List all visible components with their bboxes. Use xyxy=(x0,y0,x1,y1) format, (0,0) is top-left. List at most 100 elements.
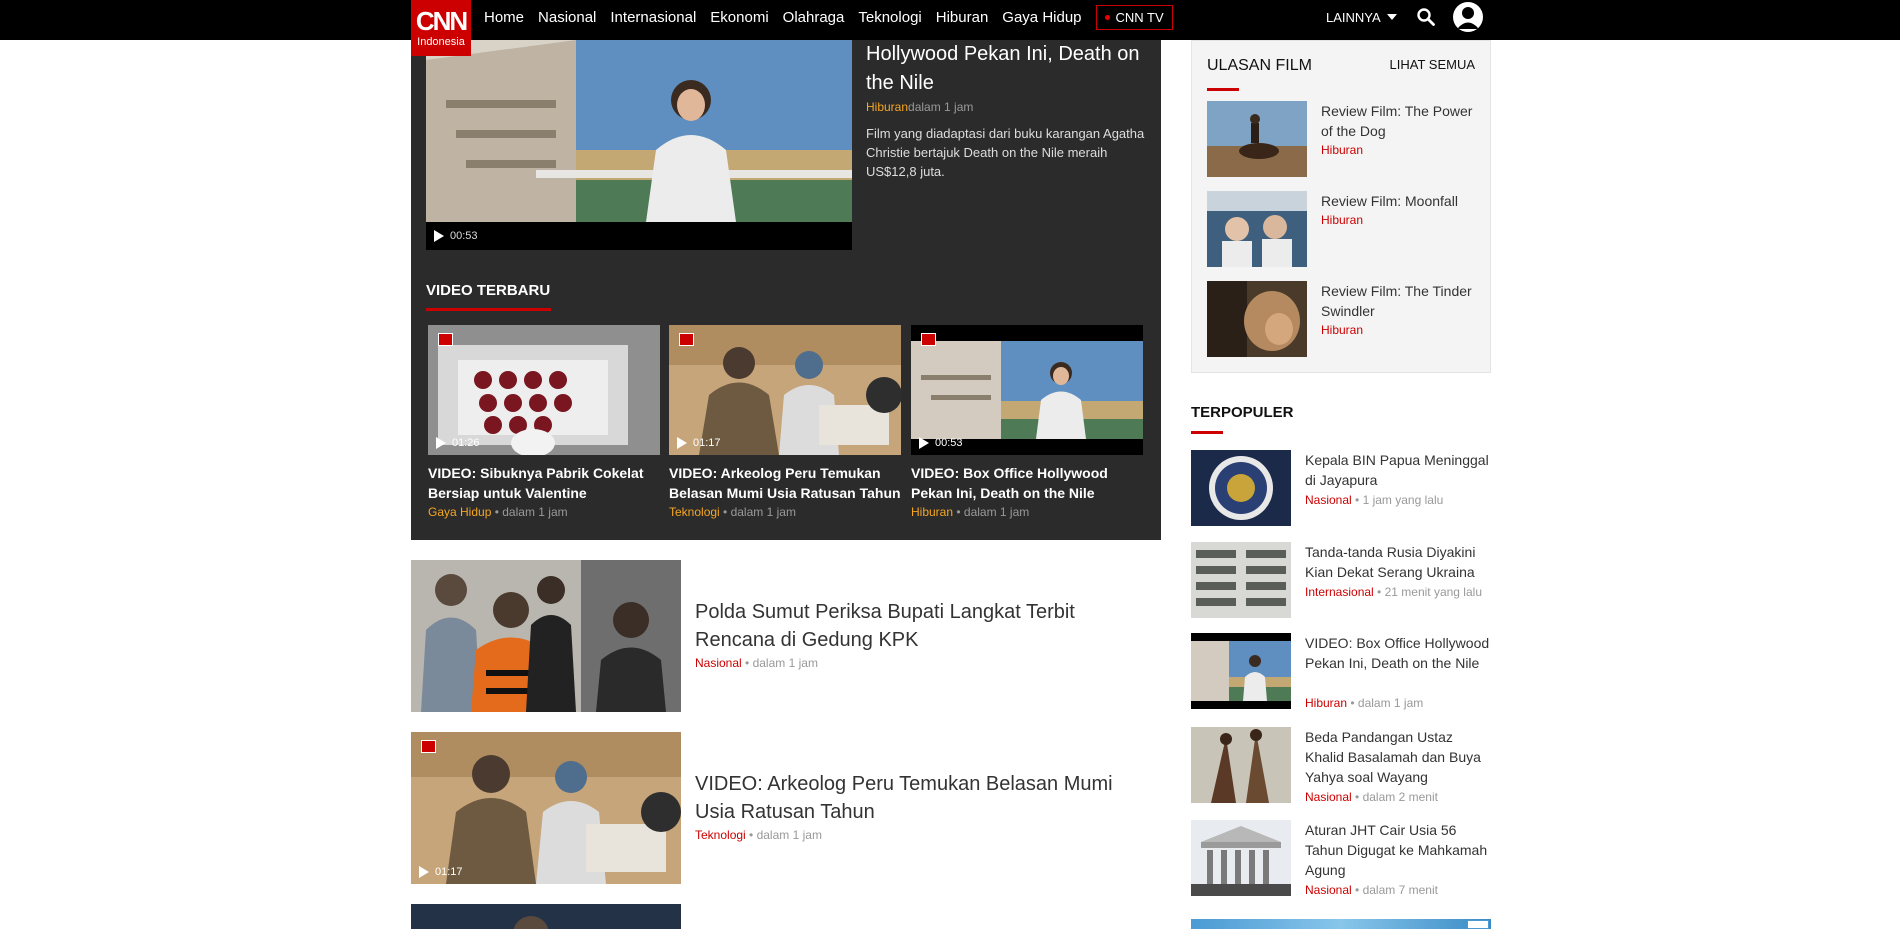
ad-close-icon[interactable] xyxy=(1467,920,1489,929)
cnn-badge-icon xyxy=(679,333,694,346)
article-title[interactable]: VIDEO: Arkeolog Peru Temukan Belasan Mum… xyxy=(695,770,1145,826)
main-nav: Home Nasional Internasional Ekonomi Olah… xyxy=(484,0,1173,34)
popular-thumbnail[interactable] xyxy=(1191,542,1291,618)
heading-underline xyxy=(1191,431,1223,434)
video-time: dalam 1 jam xyxy=(963,505,1030,519)
featured-video-thumbnail[interactable] xyxy=(426,40,852,222)
featured-duration: 00:53 xyxy=(450,230,478,242)
popular-title[interactable]: VIDEO: Box Office Hollywood Pekan Ini, D… xyxy=(1305,633,1490,673)
popular-thumbnail[interactable] xyxy=(1191,820,1291,896)
article-time: dalam 1 jam xyxy=(756,828,822,842)
cnn-indonesia-logo[interactable]: CNN Indonesia xyxy=(411,0,471,56)
video-category[interactable]: Hiburan xyxy=(911,505,953,519)
article-category[interactable]: Nasional xyxy=(695,656,742,670)
duration-text: 01:26 xyxy=(452,437,480,449)
duration-text: 00:53 xyxy=(935,437,963,449)
popular-category[interactable]: Hiburan xyxy=(1305,696,1347,710)
article-thumbnail[interactable] xyxy=(411,904,681,929)
popular-thumbnail[interactable] xyxy=(1191,727,1291,803)
video-time-separator: • xyxy=(719,505,731,519)
popular-category[interactable]: Nasional xyxy=(1305,790,1352,804)
nav-nasional[interactable]: Nasional xyxy=(538,9,596,26)
article-time: dalam 1 jam xyxy=(752,656,818,670)
review-thumbnail[interactable] xyxy=(1207,101,1307,177)
video-duration: 01:26 xyxy=(436,437,480,449)
video-title[interactable]: VIDEO: Box Office Hollywood Pekan Ini, D… xyxy=(911,463,1143,503)
user-avatar-icon[interactable] xyxy=(1453,2,1483,32)
article-title[interactable]: Polda Sumut Periksa Bupati Langkat Terbi… xyxy=(695,598,1145,654)
popular-category[interactable]: Internasional xyxy=(1305,585,1374,599)
cnn-tv-label: CNN TV xyxy=(1115,9,1164,25)
video-category[interactable]: Gaya Hidup xyxy=(428,505,491,519)
play-icon xyxy=(434,230,444,242)
caret-down-icon xyxy=(1386,14,1397,20)
nav-gaya-hidup[interactable]: Gaya Hidup xyxy=(1002,9,1081,26)
popular-thumbnail[interactable] xyxy=(1191,633,1291,709)
nav-home[interactable]: Home xyxy=(484,9,524,26)
article-item[interactable]: 01:17 VIDEO: Arkeolog Peru Temukan Belas… xyxy=(411,732,1151,884)
article-thumbnail[interactable] xyxy=(411,560,681,712)
popular-time-separator: • xyxy=(1347,696,1358,710)
see-all-link[interactable]: LIHAT SEMUA xyxy=(1390,57,1475,72)
featured-category[interactable]: Hiburan xyxy=(866,100,908,114)
featured-time: dalam 1 jam xyxy=(908,100,974,114)
video-title[interactable]: VIDEO: Arkeolog Peru Temukan Belasan Mum… xyxy=(669,463,901,503)
live-dot-icon xyxy=(1104,14,1110,20)
video-category[interactable]: Teknologi xyxy=(669,505,720,519)
video-title[interactable]: VIDEO: Sibuknya Pabrik Cokelat Bersiap u… xyxy=(428,463,660,503)
top-navigation-bar: Home Nasional Internasional Ekonomi Olah… xyxy=(0,0,1900,40)
popular-title[interactable]: Kepala BIN Papua Meninggal di Jayapura xyxy=(1305,450,1490,490)
article-meta: Nasional • dalam 1 jam xyxy=(695,656,818,670)
review-category[interactable]: Hiburan xyxy=(1321,323,1363,337)
review-category[interactable]: Hiburan xyxy=(1321,213,1363,227)
popular-category[interactable]: Nasional xyxy=(1305,883,1352,897)
popular-thumbnail[interactable] xyxy=(1191,450,1291,526)
cnn-badge-icon xyxy=(421,740,436,753)
video-card[interactable]: 00:53 VIDEO: Box Office Hollywood Pekan … xyxy=(911,325,1143,519)
nav-ekonomi[interactable]: Ekonomi xyxy=(710,9,768,26)
duration-text: 01:17 xyxy=(435,866,463,878)
featured-video-bar[interactable]: 00:53 xyxy=(426,222,852,250)
nav-teknologi[interactable]: Teknologi xyxy=(858,9,921,26)
popular-meta: Hiburan • dalam 1 jam xyxy=(1305,693,1490,713)
video-card[interactable]: 01:17 VIDEO: Arkeolog Peru Temukan Belas… xyxy=(669,325,901,519)
advertisement-banner[interactable] xyxy=(1191,919,1491,929)
review-thumbnail[interactable] xyxy=(1207,191,1307,267)
article-time-separator: • xyxy=(741,656,753,670)
review-title[interactable]: Review Film: The Tinder Swindler xyxy=(1321,281,1481,321)
nav-hiburan[interactable]: Hiburan xyxy=(936,9,989,26)
heading-underline xyxy=(426,308,551,311)
featured-title[interactable]: Hollywood Pekan Ini, Death on the Nile xyxy=(866,40,1156,98)
popular-title[interactable]: Beda Pandangan Ustaz Khalid Basalamah da… xyxy=(1305,727,1490,787)
video-thumbnail[interactable]: 01:17 xyxy=(669,325,901,455)
video-thumbnail[interactable]: 01:26 xyxy=(428,325,660,455)
nav-olahraga[interactable]: Olahraga xyxy=(783,9,845,26)
popular-time: dalam 2 menit xyxy=(1362,790,1438,804)
review-title[interactable]: Review Film: Moonfall xyxy=(1321,191,1481,211)
cnn-tv-button[interactable]: CNN TV xyxy=(1095,4,1173,30)
review-title[interactable]: Review Film: The Power of the Dog xyxy=(1321,101,1481,141)
popular-time-separator: • xyxy=(1351,883,1363,897)
article-category[interactable]: Teknologi xyxy=(695,828,746,842)
video-card[interactable]: 01:26 VIDEO: Sibuknya Pabrik Cokelat Ber… xyxy=(428,325,660,519)
terpopuler-heading: TERPOPULER xyxy=(1191,404,1294,421)
heading-underline xyxy=(1207,88,1239,91)
video-time: dalam 1 jam xyxy=(730,505,796,519)
nav-internasional[interactable]: Internasional xyxy=(610,9,696,26)
ulasan-film-panel: ULASAN FILM LIHAT SEMUA Review Film: The… xyxy=(1191,40,1491,373)
cnn-badge-icon xyxy=(921,333,936,346)
video-thumbnail[interactable]: 00:53 xyxy=(911,325,1143,455)
popular-title[interactable]: Tanda-tanda Rusia Diyakini Kian Dekat Se… xyxy=(1305,542,1490,582)
popular-time: dalam 1 jam xyxy=(1357,696,1424,710)
search-icon[interactable] xyxy=(1417,8,1435,26)
popular-time: 1 jam yang lalu xyxy=(1362,493,1444,507)
review-thumbnail[interactable] xyxy=(1207,281,1307,357)
popular-meta: Nasional • dalam 7 menit xyxy=(1305,880,1490,900)
video-duration: 00:53 xyxy=(919,437,963,449)
article-item[interactable]: Polda Sumut Periksa Bupati Langkat Terbi… xyxy=(411,560,1151,712)
review-category[interactable]: Hiburan xyxy=(1321,143,1363,157)
popular-category[interactable]: Nasional xyxy=(1305,493,1352,507)
more-menu-button[interactable]: LAINNYA xyxy=(1326,0,1397,34)
popular-title[interactable]: Aturan JHT Cair Usia 56 Tahun Digugat ke… xyxy=(1305,820,1490,880)
article-thumbnail[interactable]: 01:17 xyxy=(411,732,681,884)
